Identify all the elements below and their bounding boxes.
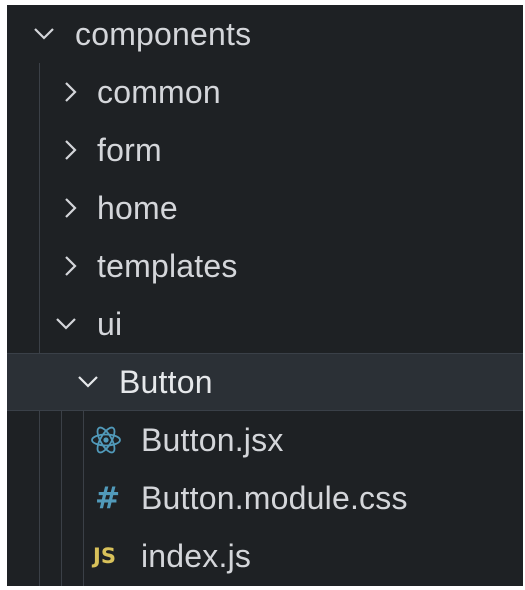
chevron-down-icon: [53, 295, 79, 353]
js-icon-glyph: JS: [93, 544, 116, 568]
folder-label: common: [97, 74, 221, 110]
folder-label: home: [97, 190, 178, 226]
tree-folder-templates[interactable]: templates: [7, 237, 523, 295]
folder-label: Button: [119, 364, 213, 400]
tree-folder-ui[interactable]: ui: [7, 295, 523, 353]
file-label: Button.module.css: [141, 480, 408, 516]
css-hash-icon: #: [95, 469, 120, 527]
react-icon: [89, 411, 123, 469]
tree-folder-button[interactable]: Button: [7, 353, 523, 411]
chevron-right-icon: [57, 237, 83, 295]
chevron-down-icon: [75, 353, 101, 411]
folder-label: ui: [97, 306, 123, 342]
chevron-down-icon: [31, 5, 57, 63]
folder-label: form: [97, 132, 162, 168]
file-label: index.js: [141, 538, 252, 574]
tree-folder-components[interactable]: components: [7, 5, 523, 63]
tree-file-index-js[interactable]: JS index.js: [7, 527, 523, 585]
folder-label: templates: [97, 248, 238, 284]
folder-label: components: [75, 16, 252, 52]
css-hash-icon-glyph: #: [95, 480, 121, 516]
chevron-right-icon: [57, 63, 83, 121]
chevron-right-icon: [57, 179, 83, 237]
file-explorer-tree: components common form home templates ui: [7, 5, 523, 586]
chevron-right-icon: [57, 121, 83, 179]
file-label: Button.jsx: [141, 422, 284, 458]
tree-folder-home[interactable]: home: [7, 179, 523, 237]
tree-file-button-jsx[interactable]: Button.jsx: [7, 411, 523, 469]
tree-file-button-module-css[interactable]: # Button.module.css: [7, 469, 523, 527]
tree-folder-form[interactable]: form: [7, 121, 523, 179]
tree-folder-common[interactable]: common: [7, 63, 523, 121]
js-icon: JS: [93, 527, 116, 585]
